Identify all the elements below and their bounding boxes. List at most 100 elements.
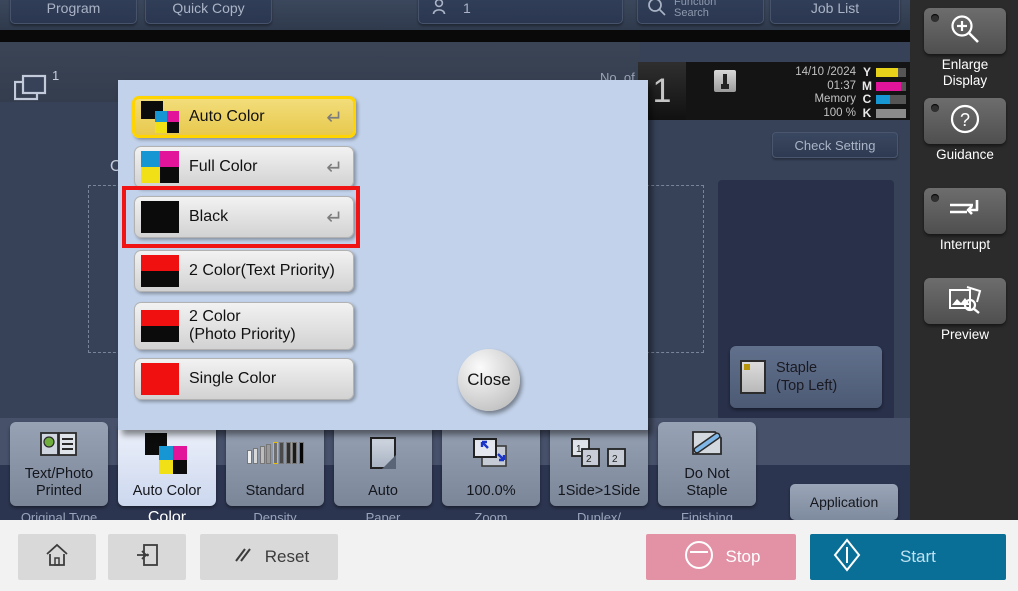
duplex-icon: 1 2 2 bbox=[570, 422, 628, 483]
color-value: Auto Color bbox=[132, 483, 202, 499]
color-selection-dialog: Auto Color ↵ Full Color ↵ Black ↵ 2 Colo… bbox=[118, 80, 648, 430]
program-button[interactable]: Program bbox=[10, 0, 137, 24]
svg-text:2: 2 bbox=[586, 454, 592, 465]
close-label: Close bbox=[467, 370, 511, 389]
function-search-label: Function Search bbox=[674, 0, 716, 19]
function-search-button[interactable]: Function Search bbox=[637, 0, 764, 24]
reset-button[interactable]: Reset bbox=[200, 534, 338, 580]
ink-bar-y bbox=[876, 68, 906, 77]
staple-line1: Staple bbox=[776, 360, 818, 376]
focus-highlight-outline bbox=[122, 186, 360, 248]
guidance-button[interactable]: ? bbox=[924, 98, 1006, 144]
color-option-full-color[interactable]: Full Color ↵ bbox=[134, 146, 354, 188]
original-count: 1 bbox=[52, 68, 60, 83]
sidebar-item-enlarge-display[interactable]: Enlarge Display bbox=[924, 8, 1006, 89]
application-label: Application bbox=[809, 494, 879, 510]
staple-paper-icon bbox=[740, 360, 766, 394]
option-label: Single Color bbox=[189, 370, 277, 387]
ink-level-bars bbox=[876, 68, 906, 122]
function-cell-density: Standard Density bbox=[226, 422, 324, 525]
finishing-button[interactable]: Do Not Staple bbox=[658, 422, 756, 506]
copier-touch-panel: Program Quick Copy 1 Function Search Job… bbox=[0, 0, 1018, 591]
start-label: Start bbox=[900, 547, 936, 566]
staple-line2: (Top Left) bbox=[776, 378, 838, 394]
start-button[interactable]: Start bbox=[810, 534, 1006, 580]
stop-label: Stop bbox=[725, 547, 761, 566]
option-label: Auto Color bbox=[189, 108, 265, 125]
red-black-swatch-icon bbox=[141, 255, 179, 287]
warning-icon bbox=[714, 70, 736, 92]
function-cell-finishing: Do Not Staple Finishing bbox=[658, 422, 756, 525]
original-document-icon bbox=[13, 74, 50, 104]
close-button[interactable]: Close bbox=[458, 349, 520, 411]
function-search-line2: Search bbox=[674, 7, 709, 19]
ink-bar-m bbox=[876, 81, 906, 91]
ink-letter-y: Y bbox=[862, 65, 871, 79]
led-indicator bbox=[931, 104, 939, 112]
red-black-swatch-icon bbox=[141, 310, 179, 342]
program-label: Program bbox=[46, 0, 101, 16]
paper-value: Auto bbox=[368, 483, 398, 499]
function-strip: Text/Photo Printed Original Type Auto Co… bbox=[0, 418, 910, 540]
density-button[interactable]: Standard bbox=[226, 422, 324, 506]
book-icon bbox=[39, 422, 79, 466]
function-cell-zoom: 100.0% Zoom bbox=[442, 422, 540, 525]
quick-copy-button[interactable]: Quick Copy bbox=[145, 0, 272, 24]
function-cell-color: Auto Color Color bbox=[118, 422, 216, 526]
reset-label: Reset bbox=[264, 547, 310, 566]
check-setting-button[interactable]: Check Setting bbox=[772, 132, 898, 158]
ink-bar-k bbox=[876, 108, 906, 118]
preview-label: Preview bbox=[940, 327, 989, 342]
job-list-label: Job List bbox=[810, 0, 860, 16]
color-option-single-color[interactable]: Single Color bbox=[134, 358, 354, 400]
access-icon bbox=[134, 542, 160, 573]
preview-button[interactable] bbox=[924, 278, 1006, 324]
guidance-label: Guidance bbox=[936, 147, 994, 162]
access-button[interactable] bbox=[108, 534, 186, 580]
staple-icon bbox=[687, 422, 727, 466]
start-icon bbox=[828, 536, 866, 579]
original-type-button[interactable]: Text/Photo Printed bbox=[10, 422, 108, 506]
svg-text:2: 2 bbox=[612, 454, 618, 465]
enlarge-display-button[interactable] bbox=[924, 8, 1006, 54]
bottom-hard-key-bar: DNIPRO Reset Stop bbox=[0, 520, 1018, 591]
application-button[interactable]: Application bbox=[790, 484, 898, 520]
zoom-button[interactable]: 100.0% bbox=[442, 422, 540, 506]
user-icon bbox=[429, 0, 449, 20]
finishing-value: Do Not Staple bbox=[684, 466, 730, 499]
led-indicator bbox=[931, 14, 939, 22]
enlarge-display-label: Enlarge Display bbox=[941, 57, 989, 88]
sidebar-item-preview[interactable]: Preview bbox=[924, 278, 1006, 343]
user-count-label: 1 bbox=[463, 0, 471, 16]
duplex-combine-button[interactable]: 1 2 2 1Side>1Side bbox=[550, 422, 648, 506]
ink-letter-c: C bbox=[862, 92, 872, 106]
original-type-value: Text/Photo Printed bbox=[24, 466, 94, 499]
sidebar-item-guidance[interactable]: ? Guidance bbox=[924, 98, 1006, 163]
svg-text:?: ? bbox=[960, 110, 970, 130]
option-label: 2 Color(Text Priority) bbox=[189, 262, 335, 279]
memory-value: 100 % bbox=[823, 106, 856, 119]
return-arrow-icon: ↵ bbox=[326, 106, 343, 129]
interrupt-icon bbox=[947, 196, 983, 227]
return-arrow-icon: ↵ bbox=[326, 156, 343, 179]
ink-letters: YMCK bbox=[860, 65, 874, 120]
paper-button[interactable]: Auto bbox=[334, 422, 432, 506]
job-list-button[interactable]: Job List bbox=[770, 0, 900, 24]
question-icon: ? bbox=[948, 102, 982, 141]
color-option-auto-color[interactable]: Auto Color ↵ bbox=[132, 96, 356, 138]
ink-letter-m: M bbox=[862, 78, 872, 93]
user-account-button[interactable]: 1 bbox=[418, 0, 623, 24]
reset-icon bbox=[229, 542, 255, 573]
option-label: Full Color bbox=[189, 158, 258, 175]
stop-button[interactable]: Stop bbox=[646, 534, 796, 580]
color-option-2color-text-priority[interactable]: 2 Color(Text Priority) bbox=[134, 250, 354, 292]
color-button[interactable]: Auto Color bbox=[118, 422, 216, 506]
search-icon bbox=[646, 0, 668, 21]
interrupt-button[interactable] bbox=[924, 188, 1006, 234]
home-button[interactable] bbox=[18, 534, 96, 580]
preview-icon bbox=[947, 284, 983, 319]
zoom-icon bbox=[470, 422, 512, 483]
staple-setting-button[interactable]: Staple (Top Left) bbox=[730, 346, 882, 408]
sidebar-item-interrupt[interactable]: Interrupt bbox=[924, 188, 1006, 253]
color-option-2color-photo-priority[interactable]: 2 Color (Photo Priority) bbox=[134, 302, 354, 350]
